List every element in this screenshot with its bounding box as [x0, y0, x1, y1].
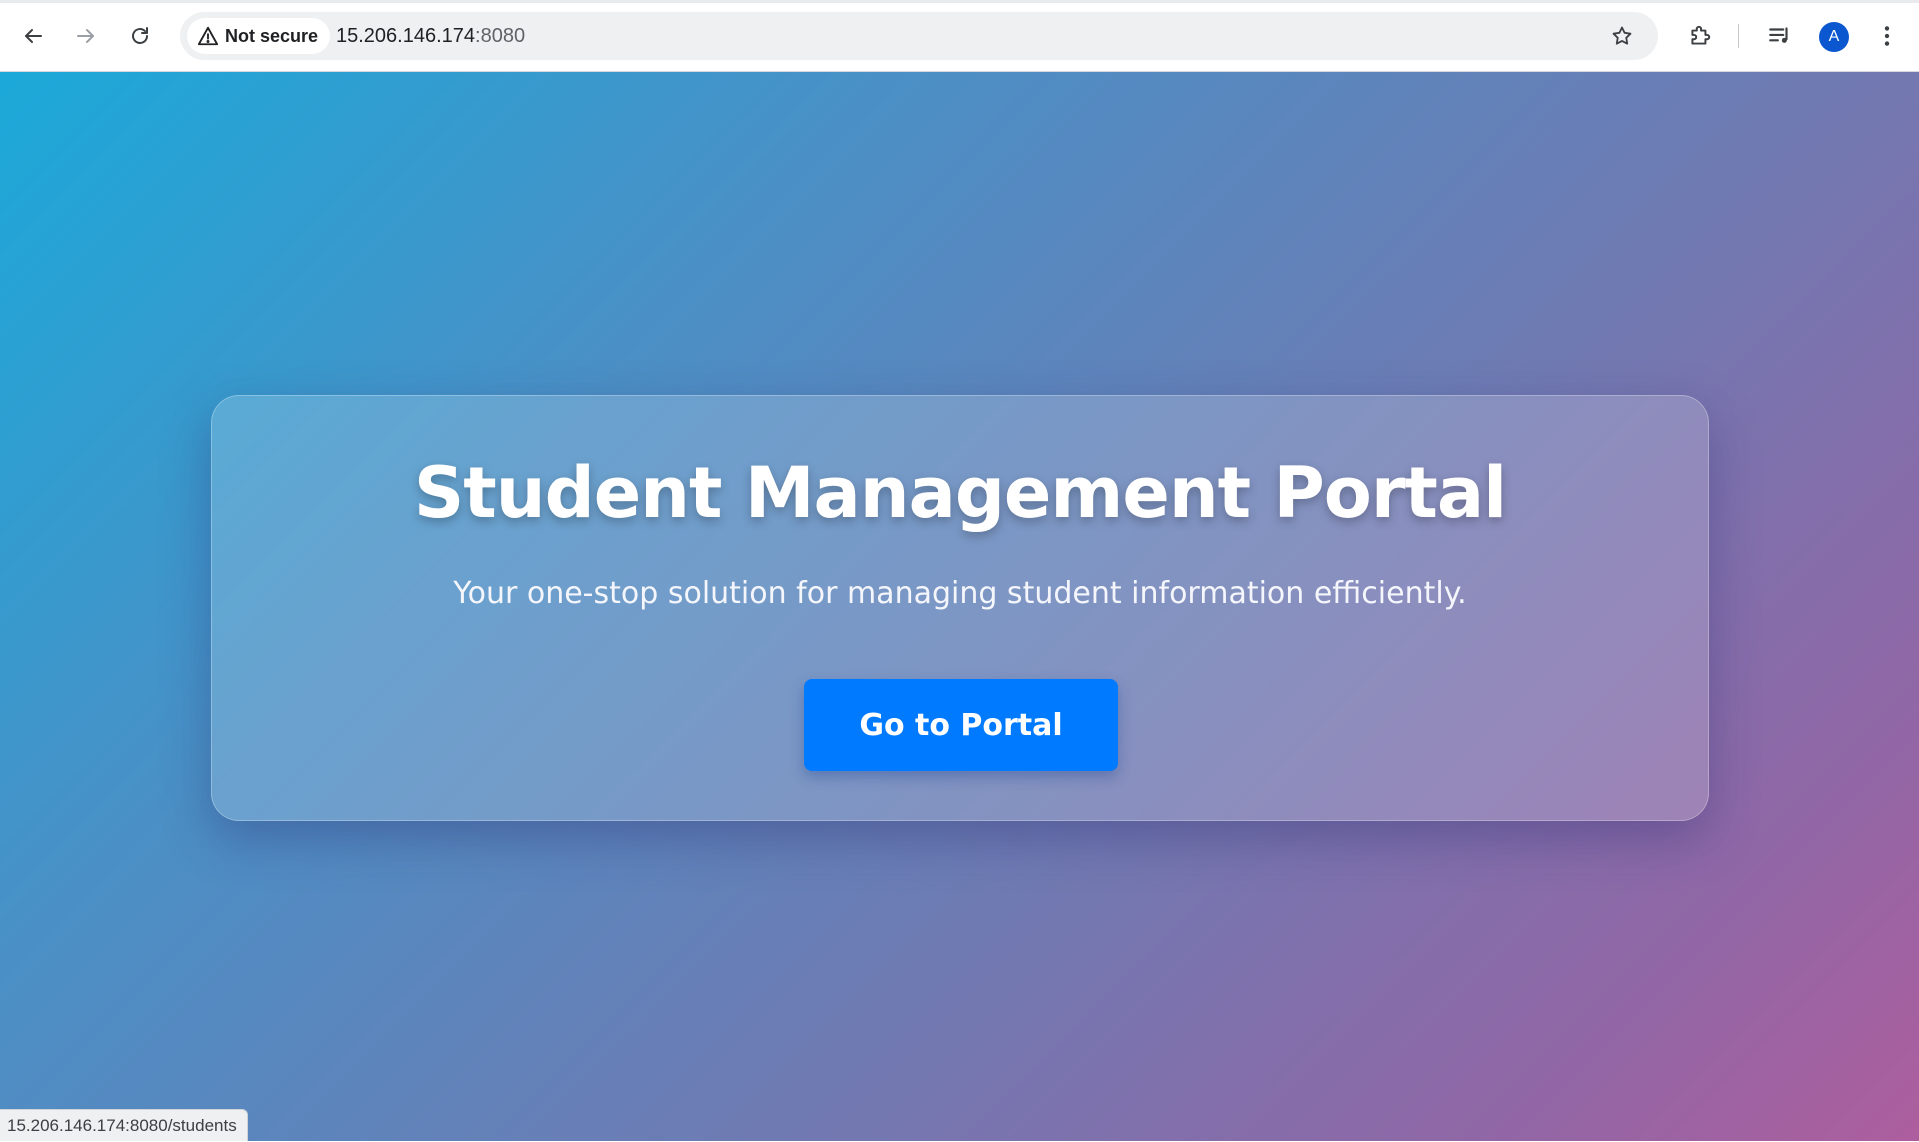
extensions-button[interactable] — [1682, 18, 1718, 54]
star-icon — [1612, 26, 1632, 45]
warning-triangle-icon — [197, 26, 219, 46]
browser-menu-button[interactable] — [1869, 18, 1905, 54]
arrow-left-icon — [25, 29, 42, 43]
tab-strip-edge — [0, 0, 1919, 3]
reload-button[interactable] — [122, 18, 158, 54]
url-text[interactable]: 15.206.146.174:8080 — [336, 12, 525, 60]
kebab-menu-icon — [1884, 26, 1890, 46]
back-button[interactable] — [15, 18, 51, 54]
media-controls-button[interactable] — [1762, 18, 1798, 54]
page-subtitle: Your one-stop solution for managing stud… — [453, 576, 1467, 611]
page-viewport: Student Management Portal Your one-stop … — [0, 72, 1919, 1141]
bookmark-button[interactable] — [1604, 18, 1640, 54]
page-title: Student Management Portal — [413, 452, 1507, 534]
url-port: :8080 — [475, 25, 526, 47]
go-to-portal-button[interactable]: Go to Portal — [804, 679, 1118, 771]
puzzle-icon — [1691, 25, 1711, 45]
media-queue-icon — [1769, 27, 1788, 43]
link-status-bubble: 15.206.146.174:8080/students — [0, 1109, 248, 1141]
security-label: Not secure — [225, 25, 319, 46]
browser-toolbar: Not secure 15.206.146.174:8080 A — [0, 0, 1919, 72]
hero-card: Student Management Portal Your one-stop … — [211, 395, 1709, 821]
address-bar[interactable]: Not secure 15.206.146.174:8080 — [180, 12, 1658, 60]
toolbar-divider — [1738, 24, 1739, 48]
forward-button[interactable] — [68, 18, 104, 54]
site-info-chip[interactable]: Not secure — [187, 18, 331, 54]
reload-icon — [132, 27, 148, 44]
profile-avatar[interactable]: A — [1819, 22, 1849, 52]
arrow-right-icon — [77, 29, 94, 43]
url-host: 15.206.146.174 — [336, 25, 476, 47]
